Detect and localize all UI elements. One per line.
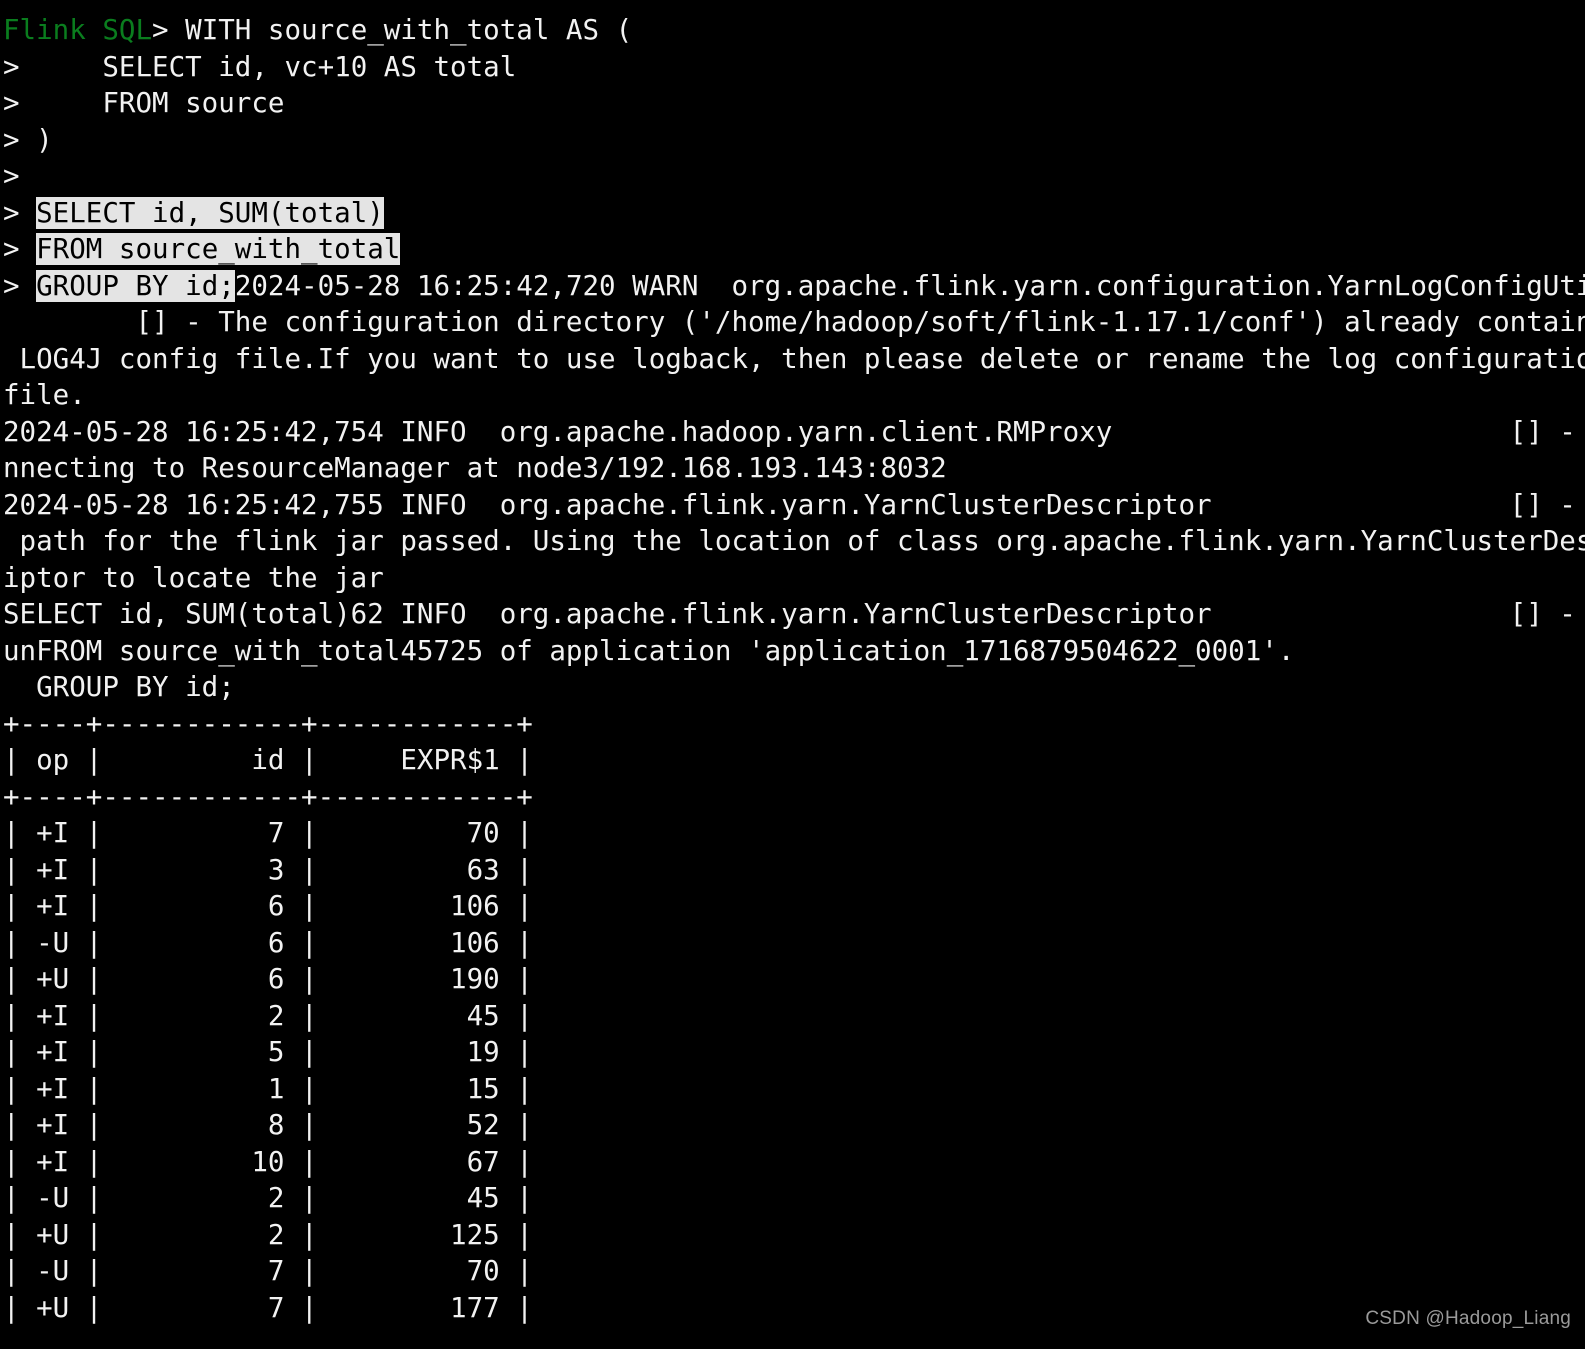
table-row: | +I | 6 | 106 | bbox=[3, 890, 533, 922]
log-line-interleaved-echo: unFROM source_with_total45725 of applica… bbox=[3, 634, 1295, 667]
table-row: | +I | 2 | 45 | bbox=[3, 999, 533, 1032]
prompt-caret-icon: > bbox=[152, 14, 169, 46]
log-line: iptor to locate the jar bbox=[3, 561, 384, 594]
table-row: | +I | 5 | 19 | bbox=[3, 1036, 533, 1068]
terminal-line-continuation-empty: > bbox=[3, 158, 1585, 195]
table-row: | -U | 2 | 45 | bbox=[3, 1182, 533, 1214]
continuation-caret-icon: > bbox=[3, 233, 20, 265]
continuation-caret-icon: > bbox=[3, 269, 20, 302]
selected-text-select-clause[interactable]: SELECT id, SUM(total) bbox=[36, 196, 384, 229]
table-row: | +I | 10 | 67 | bbox=[3, 1145, 533, 1178]
continuation-caret-icon: > bbox=[3, 196, 20, 229]
log-line: path for the flink jar passed. Using the… bbox=[3, 525, 1585, 557]
terminal-line-selected-select: > SELECT id, SUM(total) bbox=[3, 195, 1585, 232]
result-table-header-row: | op | id | EXPR$1 | bbox=[3, 744, 533, 776]
table-row: | +U | 2 | 125 | bbox=[3, 1218, 533, 1251]
log-line-interleaved-echo: GROUP BY id; bbox=[3, 671, 235, 703]
log-line: file. bbox=[3, 379, 86, 411]
log-line: nnecting to ResourceManager at node3/192… bbox=[3, 452, 947, 484]
log-line-interleaved-echo: SELECT id, SUM(total)62 INFO org.apache.… bbox=[3, 598, 1585, 630]
table-row: | +I | 8 | 52 | bbox=[3, 1109, 533, 1141]
table-row: | +U | 7 | 177 | bbox=[3, 1291, 533, 1324]
watermark-label: CSDN @Hadoop_Liang bbox=[1365, 1307, 1571, 1329]
log-line: 2024-05-28 16:25:42,755 INFO org.apache.… bbox=[3, 488, 1585, 521]
table-row: | +I | 1 | 15 | bbox=[3, 1072, 533, 1105]
continuation-caret-icon: > bbox=[3, 50, 20, 83]
table-row: | -U | 7 | 70 | bbox=[3, 1255, 533, 1287]
terminal-line-continuation: > SELECT id, vc+10 AS total bbox=[3, 49, 1585, 86]
terminal-line-query-start: Flink SQL> WITH source_with_total AS ( bbox=[3, 12, 1585, 49]
command-text: FROM source bbox=[19, 87, 285, 119]
command-text: ) bbox=[19, 123, 53, 156]
log-line: 2024-05-28 16:25:42,754 INFO org.apache.… bbox=[3, 415, 1585, 448]
command-text: SELECT id, vc+10 AS total bbox=[19, 50, 517, 83]
terminal-line-selected-groupby-and-warn: > GROUP BY id;2024-05-28 16:25:42,720 WA… bbox=[3, 268, 1585, 305]
terminal-line-continuation: > ) bbox=[3, 122, 1585, 159]
result-table-body: | +I | 7 | 70 | | +I | 3 | 63 | | +I | 6 |… bbox=[3, 815, 1585, 1326]
terminal-window[interactable]: Flink SQL> WITH source_with_total AS ( >… bbox=[0, 0, 1585, 1349]
log-line: [] - The configuration directory ('/home… bbox=[3, 306, 1585, 338]
continuation-caret-icon: > bbox=[3, 123, 20, 156]
result-table-border-mid: +----+------------+------------+ bbox=[3, 780, 533, 813]
log-line: LOG4J config file.If you want to use log… bbox=[3, 342, 1585, 375]
table-row: | +U | 6 | 190 | bbox=[3, 963, 533, 995]
terminal-line-selected-from: > FROM source_with_total bbox=[3, 231, 1585, 268]
selected-text-from-clause[interactable]: FROM source_with_total bbox=[36, 233, 401, 265]
selected-text-groupby-clause[interactable]: GROUP BY id; bbox=[36, 269, 235, 302]
log-warn-text: 2024-05-28 16:25:42,720 WARN org.apache.… bbox=[234, 269, 1585, 302]
flink-sql-prompt-label: Flink SQL bbox=[3, 14, 153, 46]
terminal-line-continuation: > FROM source bbox=[3, 85, 1585, 122]
table-row: | +I | 3 | 63 | bbox=[3, 853, 533, 886]
continuation-caret-icon: > bbox=[3, 160, 20, 192]
continuation-caret-icon: > bbox=[3, 87, 20, 119]
table-row: | +I | 7 | 70 | bbox=[3, 817, 533, 849]
table-row: | -U | 6 | 106 | bbox=[3, 926, 533, 959]
command-text: WITH source_with_total AS ( bbox=[168, 14, 633, 46]
result-table-border-top: +----+------------+------------+ bbox=[3, 707, 533, 740]
